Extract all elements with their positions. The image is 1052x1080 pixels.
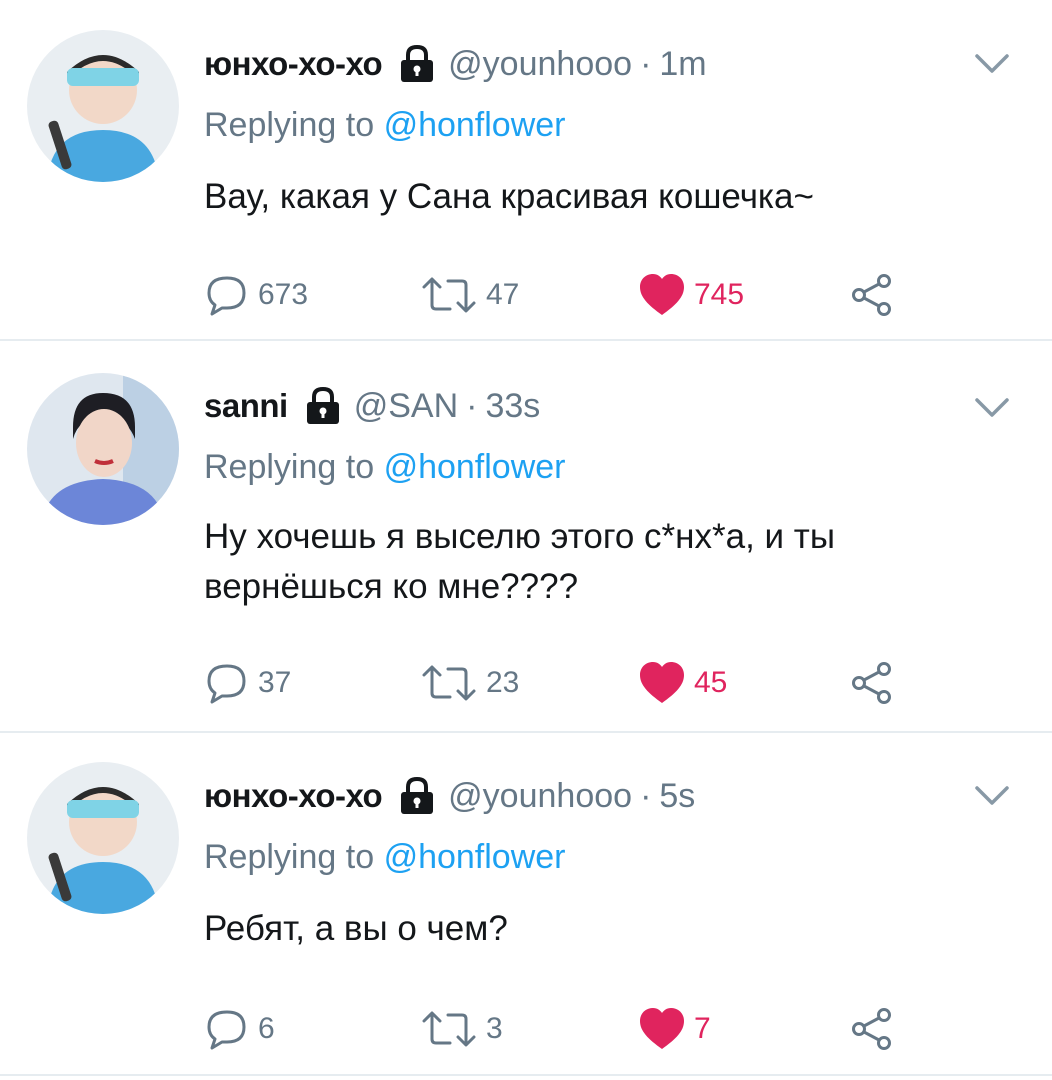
tweet-header: юнхо-хо-хо @younhooo · 1m bbox=[204, 42, 707, 86]
chevron-down-icon[interactable] bbox=[974, 52, 1010, 76]
retweet-button[interactable]: 47 bbox=[420, 270, 519, 320]
retweet-icon bbox=[422, 1011, 476, 1047]
share-button[interactable] bbox=[850, 658, 894, 708]
tweet-feed: юнхо-хо-хо @younhooo · 1m Replying to @h… bbox=[0, 0, 1052, 1080]
tweet[interactable]: юнхо-хо-хо @younhooo · 5s Replying to @h… bbox=[0, 732, 1052, 1080]
display-name[interactable]: юнхо-хо-хо bbox=[204, 777, 383, 815]
lock-icon bbox=[398, 44, 436, 84]
share-icon bbox=[852, 1008, 891, 1050]
reply-button[interactable]: 6 bbox=[204, 1004, 275, 1054]
retweet-button[interactable]: 23 bbox=[420, 658, 519, 708]
tweet-header: юнхо-хо-хо @younhooo · 5s bbox=[204, 774, 695, 818]
replying-to-label: Replying to bbox=[204, 448, 375, 486]
lock-icon bbox=[398, 776, 436, 816]
share-icon bbox=[852, 274, 891, 316]
tweet-text: Вау, какая у Сана красивая кошечка~ bbox=[204, 177, 814, 216]
retweet-count: 23 bbox=[486, 666, 520, 699]
like-count: 7 bbox=[694, 1012, 711, 1045]
tweet-text: Ну хочешь я выселю этого с*нх*а, и ты ве… bbox=[204, 517, 835, 606]
display-name[interactable]: юнхо-хо-хо bbox=[204, 45, 383, 83]
tweet-actions: 673 47 745 bbox=[204, 270, 924, 320]
replying-to-label: Replying to bbox=[204, 838, 375, 876]
reply-icon bbox=[207, 276, 246, 316]
separator-dot: · bbox=[466, 386, 478, 425]
mention-link[interactable]: @honflower bbox=[384, 448, 566, 486]
user-handle[interactable]: @younhooo bbox=[448, 45, 632, 84]
like-count: 45 bbox=[694, 666, 728, 699]
retweet-icon bbox=[422, 277, 476, 313]
heart-icon bbox=[640, 1008, 684, 1049]
tweet[interactable]: sanni @SAN · 33s Replying to @honflower … bbox=[0, 340, 1052, 732]
mention-link[interactable]: @honflower bbox=[384, 838, 566, 876]
share-button[interactable] bbox=[850, 270, 894, 320]
like-count: 745 bbox=[694, 278, 745, 311]
replying-to-line: Replying to @honflower bbox=[204, 838, 566, 877]
like-button[interactable]: 7 bbox=[638, 1004, 711, 1054]
separator-dot: · bbox=[640, 44, 652, 83]
user-handle[interactable]: @younhooo bbox=[448, 777, 632, 816]
separator-dot: · bbox=[640, 776, 652, 815]
retweet-count: 47 bbox=[486, 278, 520, 311]
display-name[interactable]: sanni bbox=[204, 387, 288, 425]
tweet-header: sanni @SAN · 33s bbox=[204, 384, 540, 428]
reply-button[interactable]: 673 bbox=[204, 270, 308, 320]
replying-to-label: Replying to bbox=[204, 106, 375, 144]
heart-icon bbox=[640, 662, 684, 703]
share-icon bbox=[852, 662, 891, 704]
reply-button[interactable]: 37 bbox=[204, 658, 291, 708]
heart-icon bbox=[640, 274, 684, 315]
tweet[interactable]: юнхо-хо-хо @younhooo · 1m Replying to @h… bbox=[0, 0, 1052, 340]
tweet-actions: 37 23 45 bbox=[204, 658, 924, 708]
timestamp[interactable]: 33s bbox=[485, 387, 540, 426]
chevron-down-icon[interactable] bbox=[974, 784, 1010, 808]
reply-icon bbox=[207, 1010, 246, 1050]
tweet-text: Ребят, а вы о чем? bbox=[204, 909, 508, 948]
share-button[interactable] bbox=[850, 1004, 894, 1054]
avatar[interactable] bbox=[27, 30, 179, 182]
user-handle[interactable]: @SAN bbox=[354, 387, 458, 426]
reply-icon bbox=[207, 664, 246, 704]
avatar[interactable] bbox=[27, 373, 179, 525]
reply-count: 673 bbox=[258, 278, 309, 311]
like-button[interactable]: 45 bbox=[638, 658, 727, 708]
chevron-down-icon[interactable] bbox=[974, 396, 1010, 420]
reply-count: 37 bbox=[258, 666, 292, 699]
retweet-icon bbox=[422, 665, 476, 701]
divider bbox=[0, 1074, 1052, 1076]
timestamp[interactable]: 1m bbox=[659, 45, 706, 84]
reply-count: 6 bbox=[258, 1012, 275, 1045]
retweet-count: 3 bbox=[486, 1012, 503, 1045]
replying-to-line: Replying to @honflower bbox=[204, 106, 566, 145]
replying-to-line: Replying to @honflower bbox=[204, 448, 566, 487]
retweet-button[interactable]: 3 bbox=[420, 1004, 503, 1054]
tweet-actions: 6 3 7 bbox=[204, 1004, 924, 1054]
lock-icon bbox=[304, 386, 342, 426]
avatar[interactable] bbox=[27, 762, 179, 914]
mention-link[interactable]: @honflower bbox=[384, 106, 566, 144]
like-button[interactable]: 745 bbox=[638, 270, 744, 320]
timestamp[interactable]: 5s bbox=[659, 777, 695, 816]
